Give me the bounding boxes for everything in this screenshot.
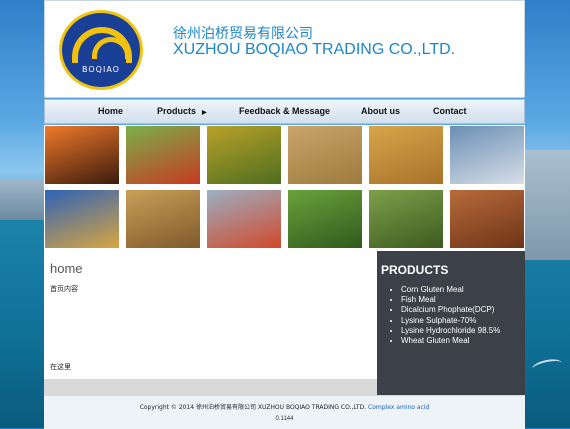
gallery-sugarcane[interactable] (207, 126, 281, 184)
gallery-gluten[interactable] (126, 190, 200, 248)
gallery-tractor[interactable] (126, 126, 200, 184)
triangle-right-icon: ▶ (202, 110, 207, 116)
company-logo[interactable]: BOQIAO (59, 10, 143, 90)
product-link-lysine-sulphate[interactable]: Lysine Sulphate-70% (401, 316, 500, 326)
page-container: BOQIAO 徐州泊桥贸易有限公司 XUZHOU BOQIAO TRADING … (44, 0, 525, 429)
product-link-lysine-hcl[interactable]: Lysine Hydrochloride 98.5% (401, 326, 500, 336)
product-link-fish-meal[interactable]: Fish Meal (401, 295, 500, 305)
nav-about[interactable]: About us (361, 106, 400, 116)
content-bottom-bar (44, 379, 377, 395)
copyright-text: Copyright © 2014 徐州泊桥贸易有限公司 XUZHOU BOQIA… (139, 404, 367, 411)
main-nav: Home Products ▶ Feedback & Message About … (44, 99, 525, 124)
product-link-corn-gluten-meal[interactable]: Corn Gluten Meal (401, 285, 500, 295)
page-stats: 0.1144 (275, 416, 294, 422)
gallery-broccoli[interactable] (288, 190, 362, 248)
product-link-wheat-gluten-meal[interactable]: Wheat Gluten Meal (401, 336, 500, 346)
products-heading: PRODUCTS (381, 263, 449, 277)
products-sidebar: PRODUCTS Corn Gluten Meal Fish Meal Dica… (377, 251, 525, 395)
gallery-corn-flakes[interactable] (450, 190, 524, 248)
logo-text: BOQIAO (82, 65, 120, 74)
nav-products[interactable]: Products ▶ (157, 106, 207, 116)
background-city-right (524, 150, 570, 260)
content-placeholder-bottom: 在这里 (50, 363, 71, 371)
nav-home[interactable]: Home (98, 106, 123, 116)
site-header: BOQIAO 徐州泊桥贸易有限公司 XUZHOU BOQIAO TRADING … (44, 0, 525, 98)
products-list: Corn Gluten Meal Fish Meal Dicalcium Pho… (387, 285, 500, 346)
product-link-dcp[interactable]: Dicalcium Phophate(DCP) (401, 305, 500, 315)
company-name-en: XUZHOU BOQIAO TRADING CO.,LTD. (173, 41, 456, 58)
company-name-cn: 徐州泊桥贸易有限公司 (173, 26, 313, 42)
page-title: home (50, 261, 83, 276)
copyright-line: Copyright © 2014 徐州泊桥贸易有限公司 XUZHOU BOQIA… (44, 402, 525, 411)
gallery-port[interactable] (207, 190, 281, 248)
gallery-wheat[interactable] (45, 190, 119, 248)
gallery-grass[interactable] (369, 190, 443, 248)
gallery-oil-pump[interactable] (45, 126, 119, 184)
product-gallery (44, 125, 525, 251)
nav-contact[interactable]: Contact (433, 106, 467, 116)
background-city-left (0, 180, 44, 220)
nav-feedback[interactable]: Feedback & Message (239, 106, 330, 116)
gallery-soybeans[interactable] (369, 126, 443, 184)
gallery-chemical-plant[interactable] (450, 126, 524, 184)
content-placeholder-top: 首页内容 (50, 285, 78, 293)
footer-link-amino-acid[interactable]: Complex amino acid (368, 404, 429, 411)
gallery-grain[interactable] (288, 126, 362, 184)
site-footer: Copyright © 2014 徐州泊桥贸易有限公司 XUZHOU BOQIA… (44, 395, 525, 429)
main-content: home 首页内容 在这里 (44, 251, 377, 395)
